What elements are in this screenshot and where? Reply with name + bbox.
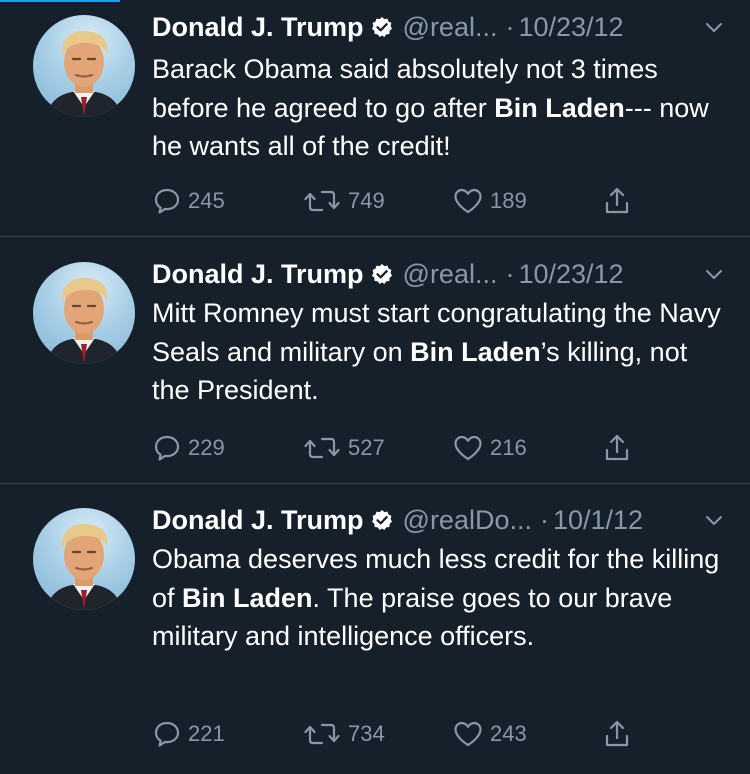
chevron-down-icon[interactable] [704,267,724,281]
like-button[interactable]: 216 [452,430,527,466]
retweet-button[interactable]: 527 [302,430,385,466]
separator-dot: · [505,258,515,289]
tweet-text: Mitt Romney must start congratulating th… [152,294,732,410]
tweet[interactable]: Donald J. Trump @real... · 10/23/12 Bara… [0,0,750,237]
retweet-icon [302,719,342,749]
reply-icon [152,186,182,216]
author-handle[interactable]: @real... [403,259,498,290]
tweet-date[interactable]: 10/1/12 [553,505,643,536]
share-button[interactable] [602,716,632,752]
highlighted-term: Bin Laden [410,336,541,367]
reply-count: 221 [188,721,225,746]
heart-icon [452,186,484,216]
verified-badge-icon [371,509,393,531]
tweet-header: Donald J. Trump @real... · 10/23/12 [152,7,724,47]
retweet-button[interactable]: 749 [302,183,385,219]
author-handle[interactable]: @real... [403,12,498,43]
author-name[interactable]: Donald J. Trump [152,259,364,290]
retweet-button[interactable]: 734 [302,716,385,752]
reply-count: 245 [188,188,225,213]
reply-count: 229 [188,435,225,460]
tweet-header: Donald J. Trump @realDo... · 10/1/12 [152,500,724,540]
tweet[interactable]: Donald J. Trump @realDo... · 10/1/12 Oba… [0,484,750,774]
like-button[interactable]: 189 [452,183,527,219]
avatar[interactable] [33,15,135,117]
like-count: 189 [490,188,527,213]
avatar[interactable] [33,262,135,364]
chevron-down-icon[interactable] [704,513,724,527]
tweet-text: Barack Obama said absolutely not 3 times… [152,50,732,166]
retweet-count: 734 [348,721,385,746]
reply-button[interactable]: 229 [152,430,225,466]
retweet-count: 749 [348,188,385,213]
reply-icon [152,433,182,463]
verified-badge-icon [371,16,393,38]
highlighted-term: Bin Laden [182,582,313,613]
tweet-date[interactable]: 10/23/12 [518,259,623,290]
heart-icon [452,719,484,749]
retweet-icon [302,186,342,216]
retweet-count: 527 [348,435,385,460]
reply-icon [152,719,182,749]
author-name[interactable]: Donald J. Trump [152,12,364,43]
share-button[interactable] [602,430,632,466]
highlighted-term: Bin Laden [494,92,625,123]
avatar[interactable] [33,508,135,610]
chevron-down-icon[interactable] [704,20,724,34]
tweet-date[interactable]: 10/23/12 [518,12,623,43]
share-button[interactable] [602,183,632,219]
heart-icon [452,433,484,463]
reply-button[interactable]: 245 [152,183,225,219]
share-icon [602,185,632,217]
reply-button[interactable]: 221 [152,716,225,752]
author-name[interactable]: Donald J. Trump [152,505,364,536]
share-icon [602,432,632,464]
tweet-text: Obama deserves much less credit for the … [152,540,732,656]
separator-dot: · [539,504,549,535]
verified-badge-icon [371,263,393,285]
separator-dot: · [505,11,515,42]
like-count: 216 [490,435,527,460]
tweet-header: Donald J. Trump @real... · 10/23/12 [152,254,724,294]
like-count: 243 [490,721,527,746]
retweet-icon [302,433,342,463]
tweet[interactable]: Donald J. Trump @real... · 10/23/12 Mitt… [0,237,750,484]
like-button[interactable]: 243 [452,716,527,752]
author-handle[interactable]: @realDo... [403,505,532,536]
share-icon [602,718,632,750]
